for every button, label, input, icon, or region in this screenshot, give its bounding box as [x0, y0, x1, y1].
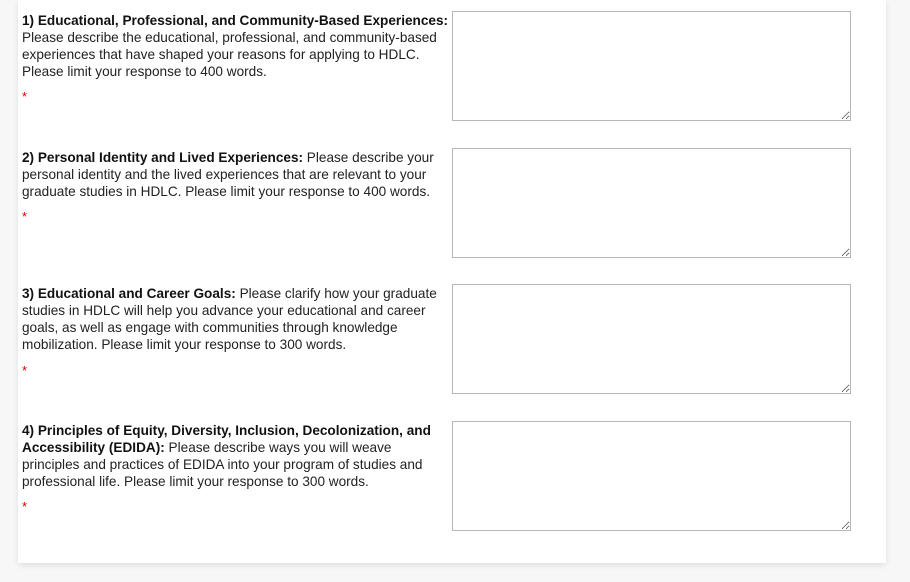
answer-textarea-1[interactable] [452, 11, 851, 121]
required-asterisk-1: * [22, 89, 28, 104]
question-prompt-2: 2) Personal Identity and Lived Experienc… [22, 149, 452, 200]
question-prompt-1: 1) Educational, Professional, and Commun… [22, 12, 452, 80]
question-title-1: 1) Educational, Professional, and Commun… [22, 13, 449, 28]
question-body-1: Please describe the educational, profess… [22, 30, 437, 79]
required-asterisk-2: * [22, 209, 28, 224]
answer-textarea-3[interactable] [452, 284, 851, 394]
answer-textarea-4[interactable] [452, 421, 851, 531]
question-prompt-3: 3) Educational and Career Goals: Please … [22, 285, 452, 353]
required-asterisk-3: * [22, 363, 28, 378]
question-title-3: 3) Educational and Career Goals: [22, 286, 236, 301]
question-prompt-4: 4) Principles of Equity, Diversity, Incl… [22, 422, 452, 490]
answer-textarea-2[interactable] [452, 148, 851, 258]
question-title-2: 2) Personal Identity and Lived Experienc… [22, 150, 304, 165]
required-asterisk-4: * [22, 499, 28, 514]
form-card: 1) Educational, Professional, and Commun… [18, 0, 886, 563]
